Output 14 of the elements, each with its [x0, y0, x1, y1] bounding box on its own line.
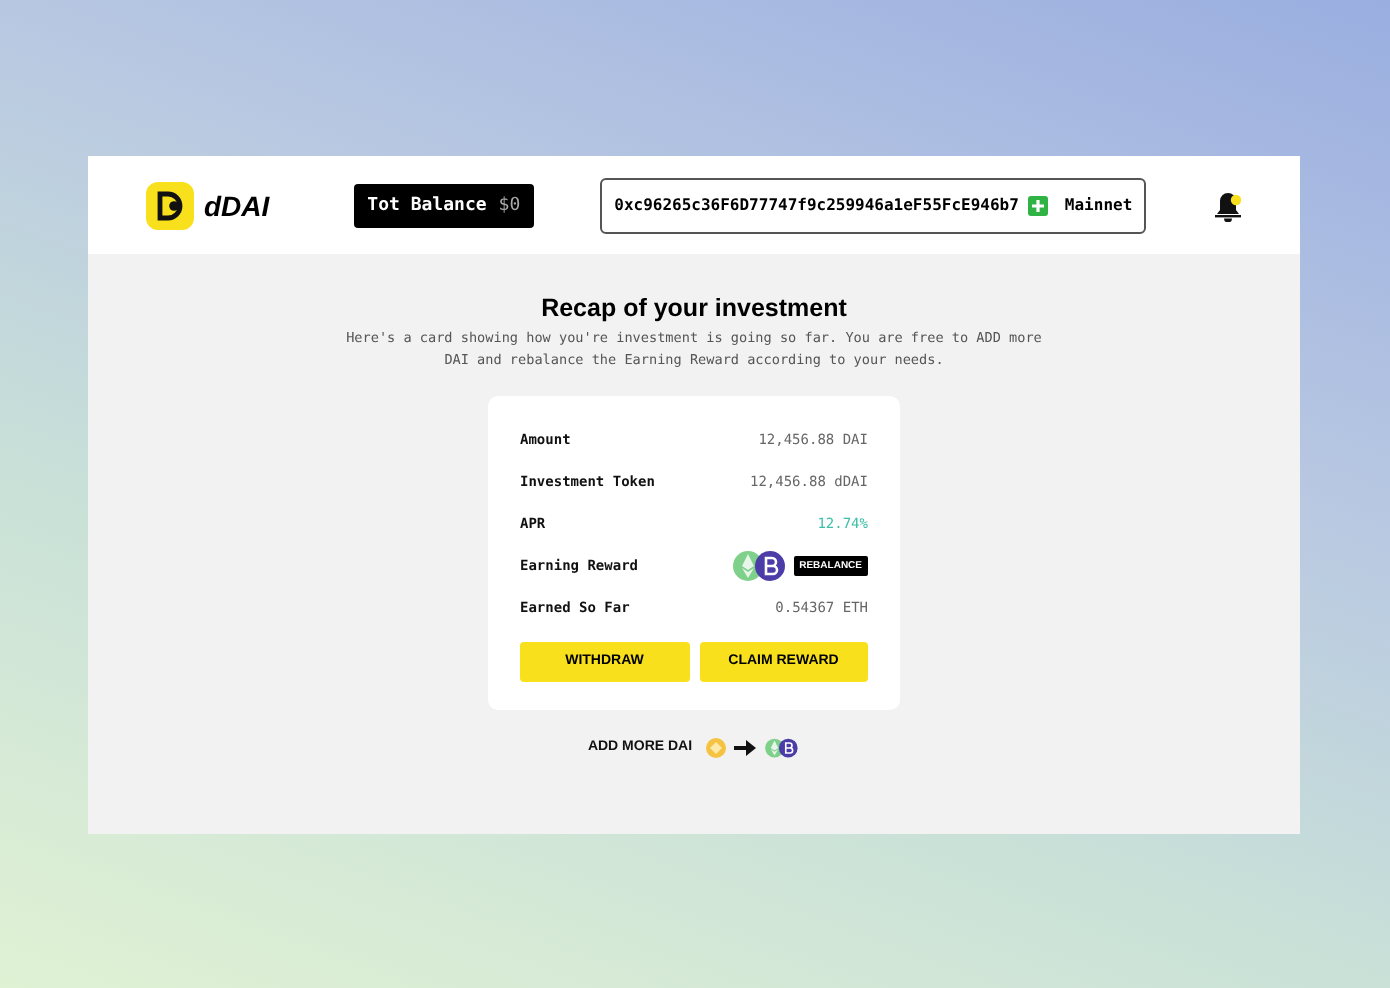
wallet-field[interactable]: 0xc96265c36F6D77747f9c259946a1eF55FcE946b7 Mainnet: [600, 177, 1147, 233]
page-title: Recap of your investment: [541, 294, 847, 322]
coin-icon: [731, 550, 788, 583]
coin-icon: [706, 737, 727, 758]
network-label: Mainnet: [1064, 196, 1133, 214]
arrow-icon: [734, 739, 757, 756]
logo-icon: [146, 181, 194, 229]
balance-label: Tot Balance: [367, 195, 487, 215]
logo-text: dDAI: [204, 189, 270, 221]
bell-icon[interactable]: [1214, 189, 1242, 221]
wallet-address: 0xc96265c36F6D77747f9c259946a1eF55FcE946b7: [614, 196, 1019, 214]
balance-value: $0: [498, 195, 521, 215]
coin-icon: [764, 737, 801, 758]
plus-icon: [1028, 195, 1049, 215]
